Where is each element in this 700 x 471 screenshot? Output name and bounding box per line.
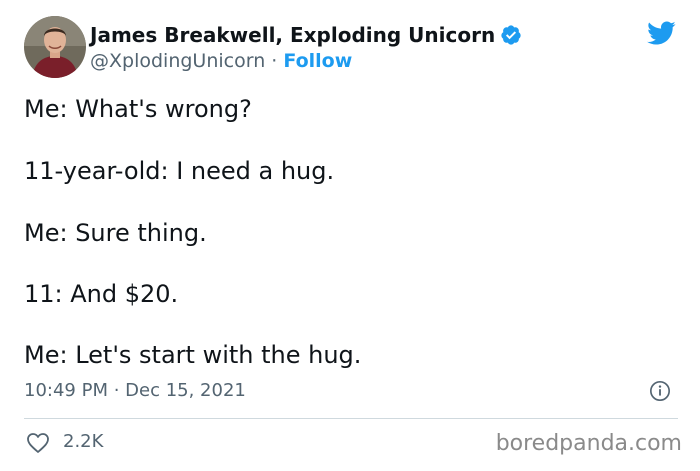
twitter-bird-icon[interactable] — [644, 18, 678, 48]
tweet-text-line: Me: What's wrong? — [24, 95, 252, 123]
tweet-timestamp[interactable]: 10:49 PM · Dec 15, 2021 — [24, 379, 246, 403]
info-icon[interactable] — [649, 380, 671, 402]
divider — [24, 418, 678, 419]
author-display-name[interactable]: James Breakwell, Exploding Unicorn — [90, 22, 495, 48]
verified-badge-icon — [501, 25, 521, 45]
heart-icon[interactable] — [26, 432, 50, 454]
author-handle[interactable]: @XplodingUnicorn — [90, 50, 265, 72]
avatar-image — [24, 16, 86, 78]
author-handle-row: @XplodingUnicorn · Follow — [90, 49, 352, 74]
like-count[interactable]: 2.2K — [63, 430, 103, 454]
tweet-text-line: Me: Let's start with the hug. — [24, 341, 362, 369]
author-name-row[interactable]: James Breakwell, Exploding Unicorn — [90, 22, 522, 48]
tweet-text-line: 11-year-old: I need a hug. — [24, 157, 335, 185]
handle-separator: · — [265, 50, 284, 72]
follow-button[interactable]: Follow — [283, 50, 352, 72]
tweet-text-line: 11: And $20. — [24, 280, 179, 308]
tweet-text-line: Me: Sure thing. — [24, 219, 207, 247]
watermark: boredpanda.com — [495, 431, 682, 456]
avatar[interactable] — [24, 16, 86, 78]
